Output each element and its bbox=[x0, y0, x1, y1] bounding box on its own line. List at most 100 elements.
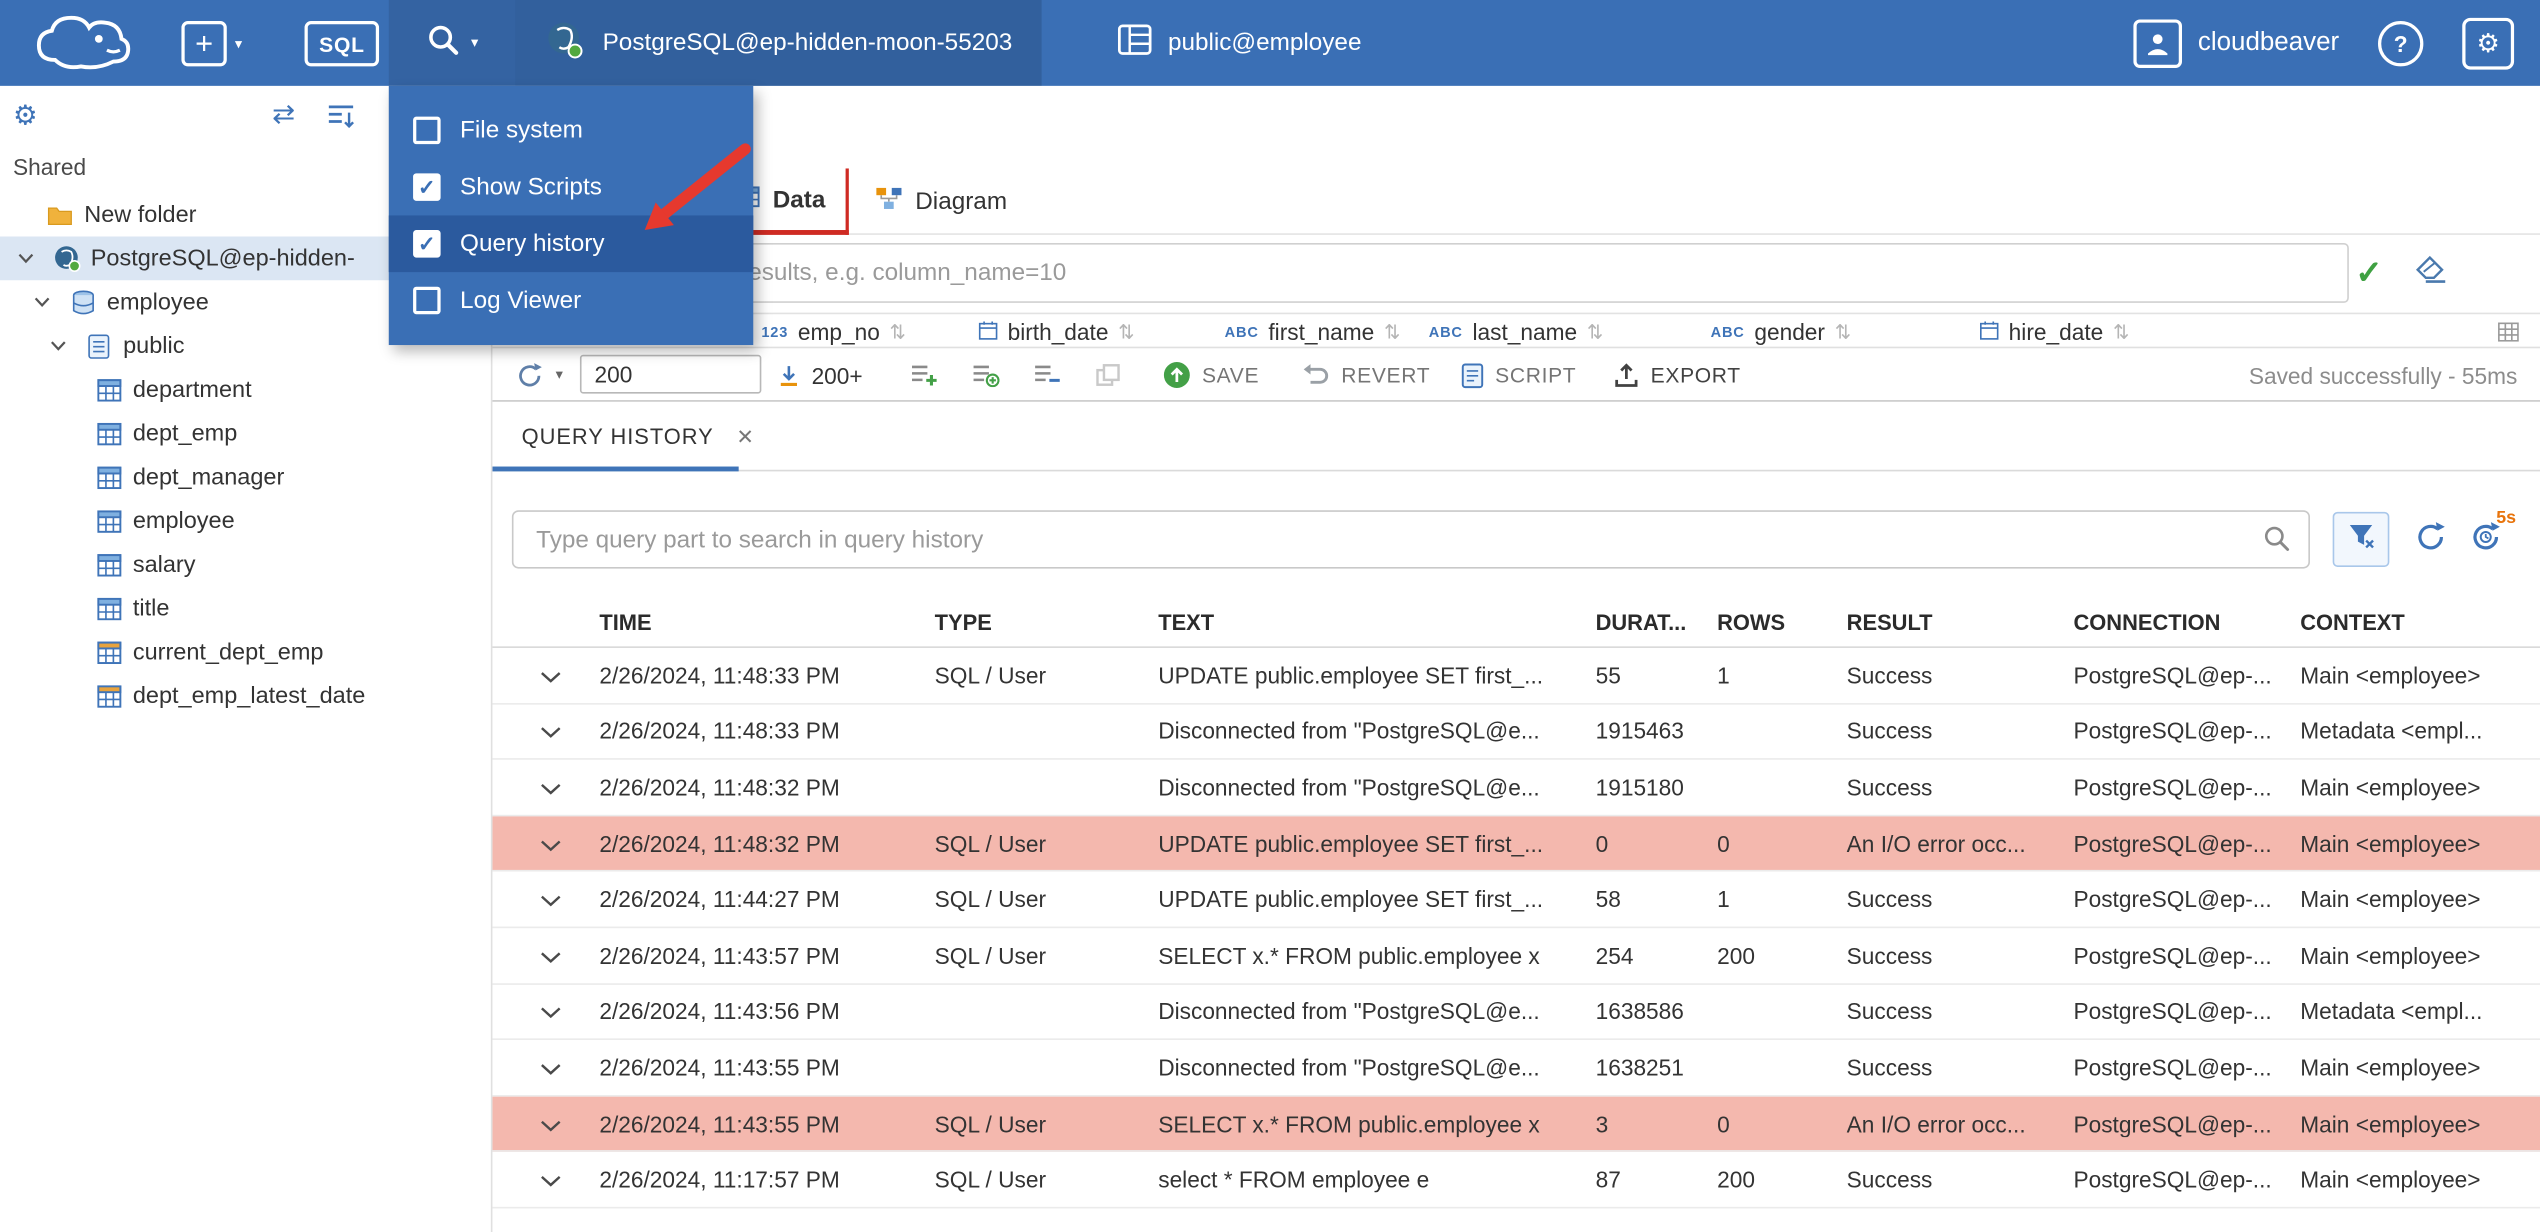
cell-time: 2/26/2024, 11:43:57 PM bbox=[599, 942, 840, 969]
checkbox-checked-icon[interactable]: ✓ bbox=[413, 173, 441, 201]
tree-item-department[interactable]: department bbox=[0, 368, 492, 412]
tree-item-dept-emp[interactable]: dept_emp bbox=[0, 411, 492, 455]
grid-column-hire-date[interactable]: hire_date ⇅ bbox=[1980, 319, 2129, 345]
collapse-all-icon[interactable] bbox=[327, 104, 355, 136]
history-refresh-button[interactable] bbox=[2414, 520, 2448, 562]
menu-item-file-system[interactable]: File system bbox=[389, 102, 753, 159]
row-expander[interactable] bbox=[492, 886, 599, 912]
clear-filter-icon[interactable] bbox=[2414, 254, 2448, 291]
sync-connection-icon[interactable]: ⇄ bbox=[272, 99, 295, 131]
sort-icon[interactable]: ⇅ bbox=[1587, 321, 1603, 344]
query-history-row[interactable]: 2/26/2024, 11:43:55 PM Disconnected from … bbox=[492, 1040, 2540, 1097]
row-limit-input[interactable] bbox=[579, 354, 762, 394]
tree-item-title[interactable]: title bbox=[0, 586, 492, 630]
fetch-size-label: 200+ bbox=[811, 362, 863, 388]
close-icon[interactable]: ✕ bbox=[736, 424, 754, 450]
schema-selector[interactable]: public@employee bbox=[1102, 0, 1378, 86]
script-button[interactable]: SCRIPT bbox=[1461, 348, 1576, 401]
revert-button[interactable]: REVERT bbox=[1302, 348, 1430, 401]
new-object-button[interactable]: + ▾ bbox=[181, 21, 243, 67]
row-expander[interactable] bbox=[492, 1111, 599, 1137]
refresh-results-button[interactable]: ▾ bbox=[515, 348, 563, 401]
save-button[interactable]: SAVE bbox=[1163, 348, 1259, 401]
connection-selector[interactable]: PostgreSQL@ep-hidden-moon-55203 bbox=[515, 0, 1042, 86]
sort-icon[interactable]: ⇅ bbox=[2113, 321, 2129, 344]
row-expander[interactable] bbox=[492, 662, 599, 688]
query-history-row[interactable]: 2/26/2024, 11:17:57 PM SQL / User select *… bbox=[492, 1152, 2540, 1209]
duplicate-row-button[interactable] bbox=[972, 348, 1000, 401]
query-history-row[interactable]: 2/26/2024, 11:48:33 PM SQL / User UPDATE p… bbox=[492, 648, 2540, 704]
tab-label: Diagram bbox=[915, 187, 1008, 216]
query-history-row[interactable]: 2/26/2024, 11:44:27 PM SQL / User UPDATE p… bbox=[492, 872, 2540, 929]
grid-column-emp-no[interactable]: 123 emp_no ⇅ bbox=[761, 319, 905, 345]
checkbox-checked-icon[interactable]: ✓ bbox=[413, 230, 441, 258]
query-history-panel: QUERY HISTORY ✕ 5s bbox=[492, 400, 2540, 1232]
sort-icon[interactable]: ⇅ bbox=[1118, 321, 1134, 344]
grid-column-gender[interactable]: ABC gender ⇅ bbox=[1711, 319, 1851, 345]
expand-chevron-icon[interactable] bbox=[42, 340, 74, 351]
apply-filter-icon[interactable]: ✓ bbox=[2355, 253, 2382, 293]
row-expander[interactable] bbox=[492, 774, 599, 800]
tree-item-employee[interactable]: employee bbox=[0, 499, 492, 543]
expand-chevron-icon[interactable] bbox=[10, 253, 42, 264]
history-auto-refresh-button[interactable]: 5s bbox=[2469, 509, 2516, 562]
cell-connection: PostgreSQL@ep-... bbox=[2073, 830, 2272, 857]
tree-item-current-dept-emp[interactable]: current_dept_emp bbox=[0, 630, 492, 674]
cloudbeaver-logo-icon[interactable] bbox=[23, 8, 143, 78]
user-menu[interactable]: cloudbeaver bbox=[2133, 18, 2339, 68]
export-button[interactable]: EXPORT bbox=[1613, 348, 1740, 401]
tree-item-dept-manager[interactable]: dept_manager bbox=[0, 455, 492, 499]
grid-column-last-name[interactable]: ABC last_name ⇅ bbox=[1429, 319, 1603, 345]
tree-item-dept-emp-latest-date[interactable]: dept_emp_latest_date bbox=[0, 674, 492, 718]
query-history-row[interactable]: 2/26/2024, 11:43:56 PM Disconnected from … bbox=[492, 984, 2540, 1041]
save-label: SAVE bbox=[1201, 362, 1260, 388]
active-tab-underline bbox=[492, 466, 739, 472]
menu-item-log-viewer[interactable]: Log Viewer bbox=[389, 272, 753, 329]
grid-column-first-name[interactable]: ABC first_name ⇅ bbox=[1225, 319, 1401, 345]
row-expander[interactable] bbox=[492, 942, 599, 968]
expand-chevron-icon[interactable] bbox=[26, 296, 58, 308]
menu-item-query-history[interactable]: ✓ Query history bbox=[388, 215, 754, 273]
view-icon bbox=[94, 684, 123, 707]
tab-query-history[interactable]: QUERY HISTORY ✕ bbox=[492, 402, 783, 472]
menu-item-show-scripts[interactable]: ✓ Show Scripts bbox=[389, 159, 753, 216]
sidebar-settings-icon[interactable]: ⚙ bbox=[13, 100, 38, 132]
table-icon bbox=[94, 509, 123, 532]
sort-icon[interactable]: ⇅ bbox=[1384, 321, 1400, 344]
result-filter-input[interactable] bbox=[515, 242, 2349, 303]
cell-result: Success bbox=[1846, 1166, 1933, 1193]
delete-row-button[interactable] bbox=[1033, 348, 1061, 401]
query-history-row[interactable]: 2/26/2024, 11:48:33 PM Disconnected from … bbox=[492, 704, 2540, 761]
grid-settings-icon[interactable] bbox=[2498, 321, 2519, 347]
tree-item-salary[interactable]: salary bbox=[0, 543, 492, 587]
checkbox-unchecked-icon[interactable] bbox=[413, 286, 441, 315]
query-history-search-input[interactable] bbox=[511, 510, 2310, 569]
chevron-down-icon: ▾ bbox=[234, 34, 243, 52]
sort-icon[interactable]: ⇅ bbox=[1835, 321, 1851, 344]
history-filter-button[interactable] bbox=[2332, 511, 2390, 567]
row-expander[interactable] bbox=[492, 998, 599, 1024]
tree-item-label: dept_manager bbox=[132, 464, 285, 491]
query-history-row[interactable]: 2/26/2024, 11:43:55 PM SQL / User SELECT x… bbox=[492, 1096, 2540, 1153]
help-button[interactable]: ? bbox=[2378, 20, 2424, 66]
settings-button[interactable]: ⚙ bbox=[2462, 17, 2515, 69]
query-history-row[interactable]: 2/26/2024, 11:43:57 PM SQL / User SELECT x… bbox=[492, 928, 2540, 985]
add-row-button[interactable] bbox=[910, 348, 938, 401]
query-history-row[interactable]: 2/26/2024, 11:48:32 PM SQL / User UPDATE p… bbox=[492, 816, 2540, 873]
grid-column-birth-date[interactable]: birth_date ⇅ bbox=[978, 319, 1134, 345]
query-history-row[interactable]: 2/26/2024, 11:48:32 PM Disconnected from … bbox=[492, 760, 2540, 817]
row-expander[interactable] bbox=[492, 718, 599, 744]
view-menu-trigger[interactable]: ▾ bbox=[388, 0, 516, 86]
checkbox-unchecked-icon[interactable] bbox=[413, 116, 441, 145]
cell-text: UPDATE public.employee SET first_... bbox=[1158, 662, 1544, 689]
cell-rows: 1 bbox=[1717, 886, 1730, 913]
revert-cell-button[interactable] bbox=[1095, 348, 1121, 401]
row-expander[interactable] bbox=[492, 1167, 599, 1193]
fetch-next-page-button[interactable]: 200+ bbox=[778, 348, 863, 401]
sort-icon[interactable]: ⇅ bbox=[890, 321, 906, 344]
tab-diagram[interactable]: Diagram bbox=[855, 168, 1026, 234]
sql-editor-button[interactable]: SQL bbox=[304, 21, 380, 67]
query-history-search bbox=[511, 510, 2310, 569]
row-expander[interactable] bbox=[492, 830, 599, 856]
row-expander[interactable] bbox=[492, 1054, 599, 1080]
